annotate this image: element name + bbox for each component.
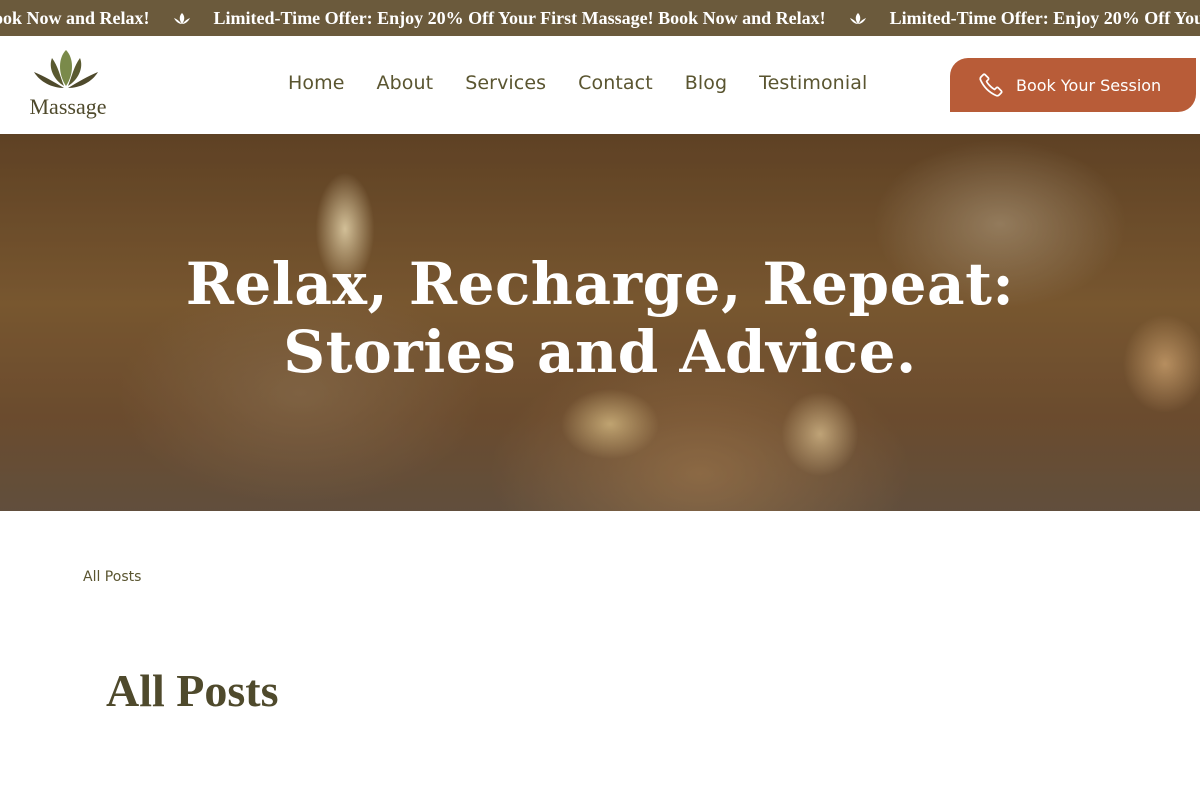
site-header: Massage Home About Services Contact Blog… [0,36,1200,134]
book-session-button[interactable]: Book Your Session [950,58,1196,112]
phone-icon [979,73,1003,97]
hero-title: Relax, Recharge, Repeat: Stories and Adv… [0,250,1200,386]
hero-banner: Relax, Recharge, Repeat: Stories and Adv… [0,134,1200,511]
lotus-icon [173,12,190,24]
lotus-logo-icon [34,50,98,88]
ticker-text: Limited-Time Offer: Enjoy 20% Off Your F… [213,8,826,28]
ticker-text: ook Now and Relax! [0,8,150,28]
hero-title-line-1: Relax, Recharge, Repeat: [185,250,1015,318]
site-logo[interactable]: Massage [22,48,114,122]
nav-contact[interactable]: Contact [578,72,653,94]
nav-testimonial[interactable]: Testimonial [759,72,867,94]
nav-blog[interactable]: Blog [685,72,727,94]
main-nav: Home About Services Contact Blog Testimo… [288,72,867,94]
lotus-icon [849,12,866,24]
section-title: All Posts [106,665,279,716]
nav-home[interactable]: Home [288,72,345,94]
breadcrumb-all-posts[interactable]: All Posts [83,569,141,585]
logo-text: Massage [29,94,107,119]
book-session-label: Book Your Session [1016,75,1162,95]
nav-services[interactable]: Services [465,72,546,94]
hero-title-line-2: Stories and Advice. [283,318,917,386]
announcement-ticker: ook Now and Relax! Limited-Time Offer: E… [0,0,1200,36]
ticker-text: Limited-Time Offer: Enjoy 20% Off Your F… [889,8,1200,28]
nav-about[interactable]: About [377,72,434,94]
